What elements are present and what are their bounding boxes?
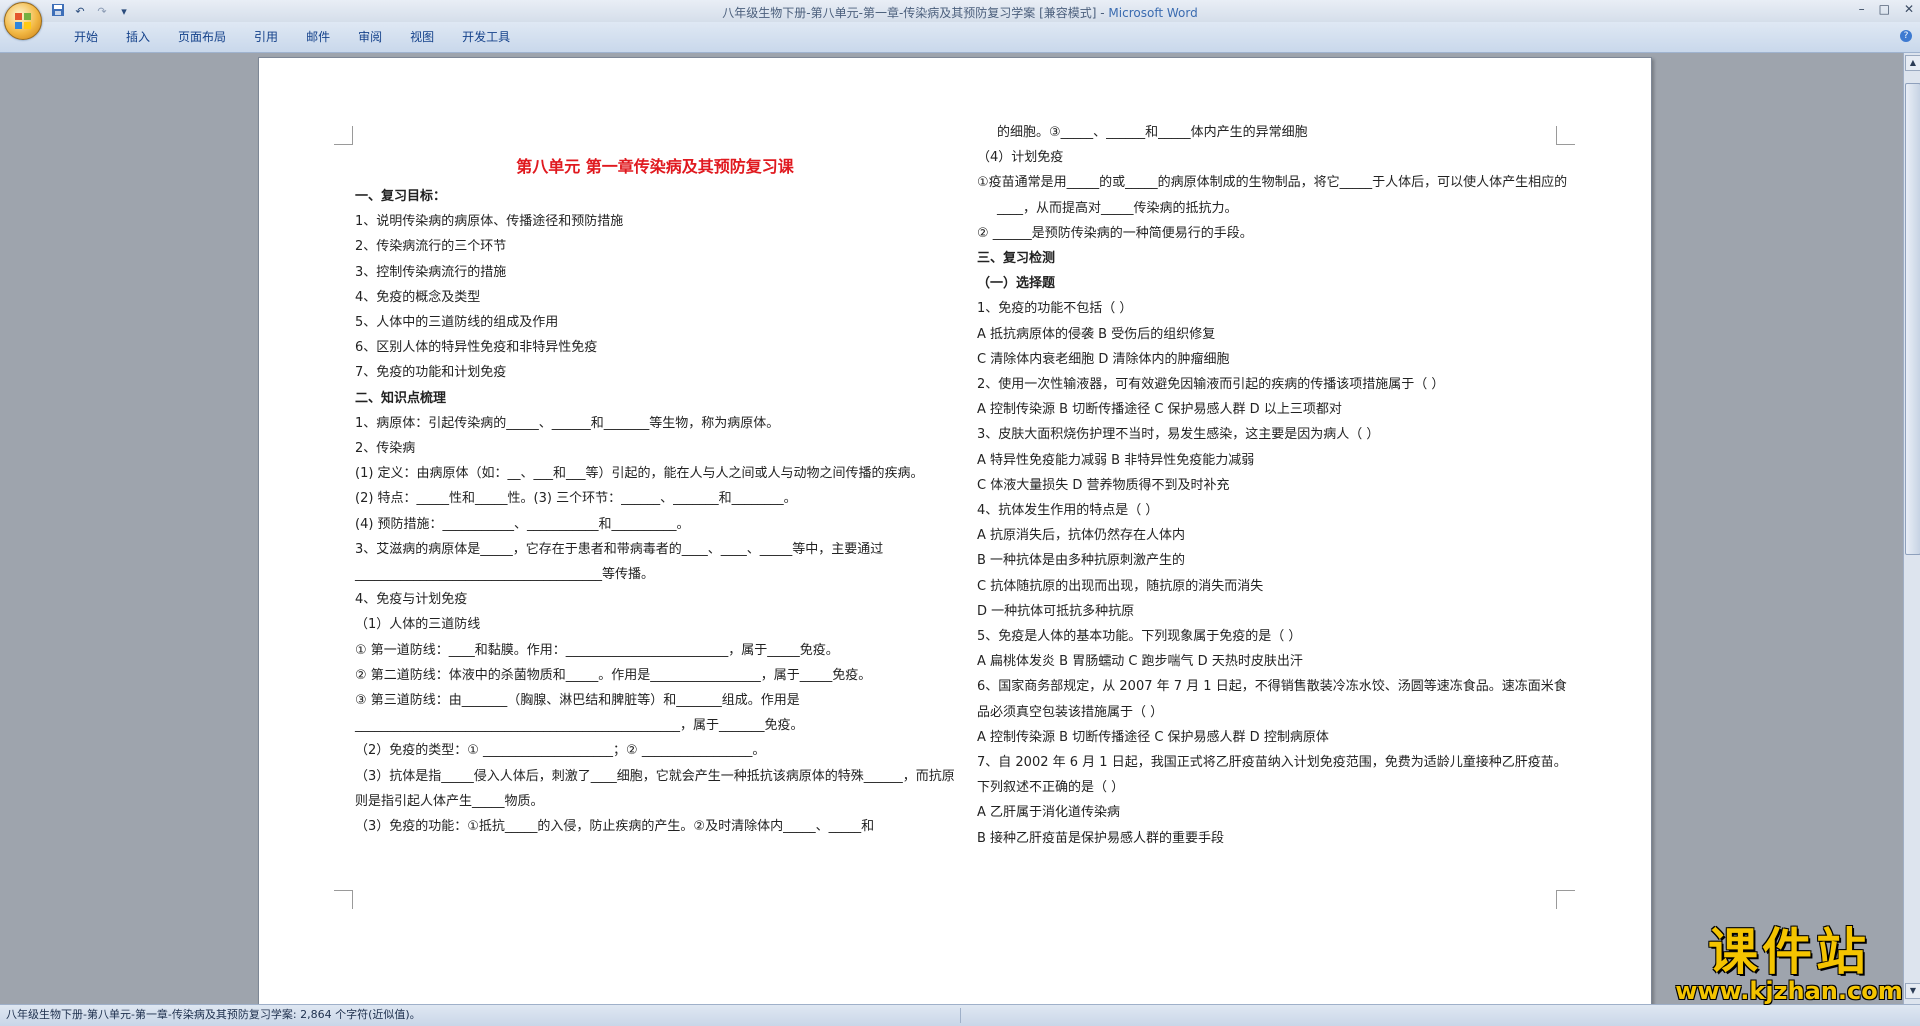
answer-options: C 清除体内衰老细胞 D 清除体内的肿瘤细胞 [977,351,1230,367]
question: 4、抗体发生作用的特点是（ ） [977,503,1159,519]
tab-developer[interactable]: 开发工具 [448,28,524,46]
tab-review[interactable]: 审阅 [344,28,396,46]
tab-view[interactable]: 视图 [396,28,448,46]
paragraph: (4) 预防措施：___________、___________和_______… [355,516,690,532]
paragraph: 2、传染病 [355,441,416,457]
paragraph: （4）计划免疫 [977,150,1064,166]
document-name: 八年级生物下册-第八单元-第一章-传染病及其预防复习学案 [兼容模式] [722,6,1097,20]
scrollbar-thumb[interactable] [1905,83,1920,555]
tab-page-layout[interactable]: 页面布局 [164,28,240,46]
vertical-scrollbar[interactable]: ▲ ▼ [1903,53,1920,1004]
paragraph: 1、说明传染病的病原体、传播途径和预防措施 [355,214,624,230]
window-controls: – □ ✕ [1859,2,1914,16]
subsection-heading: （一）选择题 [977,276,1056,292]
help-icon[interactable]: ? [1900,30,1912,42]
paragraph: (1) 定义：由病原体（如：__、___和___等）引起的，能在人与人之间或人与… [355,466,924,482]
question: 7、自 2002 年 6 月 1 日起，我国正式将乙肝疫苗纳入计划免疫范围，免费… [977,755,1567,796]
scroll-up-icon[interactable]: ▲ [1905,55,1920,71]
paragraph: (2) 特点：_____性和_____性。(3) 三个环节：______、___… [355,491,797,507]
answer-option: D 一种抗体可抵抗多种抗原 [977,603,1135,619]
title-separator: - [1096,6,1109,20]
paragraph: 1、病原体：引起传染病的_____、______和_______等生物，称为病原… [355,415,780,431]
application-name: Microsoft Word [1108,6,1198,20]
crop-mark-bottom-left [334,890,353,909]
section-heading: 一、复习目标： [355,189,447,204]
paragraph: （2）免疫的类型：① ____________________；② ______… [355,743,766,759]
title-bar: ↶ ↷ ▾ 八年级生物下册-第八单元-第一章-传染病及其预防复习学案 [兼容模式… [0,0,1920,22]
answer-options: A 控制传染源 B 切断传播途径 C 保护易感人群 D 以上三项都对 [977,402,1342,418]
document-page[interactable]: 第八单元 第一章传染病及其预防复习课 一、复习目标： 1、说明传染病的病原体、传… [258,57,1652,1006]
crop-mark-bottom-right [1556,890,1575,909]
answer-options: C 体液大量损失 D 营养物质得不到及时补充 [977,477,1230,493]
paragraph: （3）抗体是指_____侵入人体后，刺激了____细胞，它就会产生一种抵抗该病原… [355,768,955,809]
watermark-title: 课件站 [1708,922,1870,981]
answer-options: A 控制传染源 B 切断传播途径 C 保护易感人群 D 控制病原体 [977,729,1329,745]
question: 1、免疫的功能不包括（ ） [977,301,1133,317]
paragraph: 5、人体中的三道防线的组成及作用 [355,315,559,331]
status-text: 八年级生物下册-第八单元-第一章-传染病及其预防复习学案: 2,864 个字符(… [6,1008,421,1021]
tab-insert[interactable]: 插入 [112,28,164,46]
paragraph: （1）人体的三道防线 [355,617,481,633]
watermark-url: www.kjzhan.com [1675,977,1903,1005]
office-logo-icon [15,13,31,29]
question: 6、国家商务部规定，从 2007 年 7 月 1 日起，不得销售散装冷冻水饺、汤… [977,679,1567,720]
answer-options: A 特异性免疫能力减弱 B 非特异性免疫能力减弱 [977,452,1255,468]
answer-option: B 一种抗体是由多种抗原刺激产生的 [977,553,1186,569]
section-heading: 三、复习检测 [977,251,1056,267]
tab-home[interactable]: 开始 [60,28,112,46]
question: 5、免疫是人体的基本功能。下列现象属于免疫的是（ ） [977,629,1302,645]
paragraph: ①疫苗通常是用_____的或_____的病原体制成的生物制品，将它_____于人… [977,175,1568,216]
paragraph: 6、区别人体的特异性免疫和非特异性免疫 [355,340,598,356]
close-icon[interactable]: ✕ [1904,2,1914,16]
right-column: 的细胞。③_____、______和_____体内产生的异常细胞 （4）计划免疫… [977,120,1571,851]
question: 3、皮肤大面积烧伤护理不当时，易发生感染，这主要是因为病人（ ） [977,427,1380,443]
site-watermark-logo: 课件站 www.kjzhan.com [1664,926,1914,1006]
paragraph: 2、传染病流行的三个环节 [355,239,507,255]
answer-option: A 抗原消失后，抗体仍然存在人体内 [977,528,1186,544]
ribbon-tabs: 开始 插入 页面布局 引用 邮件 审阅 视图 开发工具 [60,28,524,46]
paragraph: ① 第一道防线：____和黏膜。作用：_____________________… [355,642,839,658]
paragraph: 3、艾滋病的病原体是_____，它存在于患者和带病毒者的____、____、__… [355,541,884,583]
answer-option: C 抗体随抗原的出现而出现，随抗原的消失而消失 [977,578,1264,594]
tab-mailings[interactable]: 邮件 [292,28,344,46]
paragraph: ③ 第三道防线：由_______（胸腺、淋巴结和脾脏等）和_______组成。作… [355,693,804,734]
paragraph: ② 第二道防线：体液中的杀菌物质和_____。作用是______________… [355,667,872,683]
window-title: 八年级生物下册-第八单元-第一章-传染病及其预防复习学案 [兼容模式] - Mi… [0,4,1920,21]
section-heading: 二、知识点梳理 [355,390,447,406]
tab-references[interactable]: 引用 [240,28,292,46]
answer-option: A 乙肝属于消化道传染病 [977,805,1121,821]
ribbon: 开始 插入 页面布局 引用 邮件 审阅 视图 开发工具 ? [0,22,1920,53]
paragraph: 3、控制传染病流行的措施 [355,264,507,280]
paragraph: ② ______是预防传染病的一种简便易行的手段。 [977,225,1253,241]
document-title: 第八单元 第一章传染病及其预防复习课 [516,157,794,176]
crop-mark-top-left [334,126,353,145]
status-bar: 八年级生物下册-第八单元-第一章-传染病及其预防复习学案: 2,864 个字符(… [0,1004,1920,1026]
answer-option: B 接种乙肝疫苗是保护易感人群的重要手段 [977,830,1225,846]
question: 2、使用一次性输液器，可有效避免因输液而引起的疾病的传播该项措施属于（ ） [977,377,1445,393]
maximize-icon[interactable]: □ [1879,2,1890,16]
paragraph: 4、免疫与计划免疫 [355,592,468,608]
paragraph: 7、免疫的功能和计划免疫 [355,365,507,381]
status-divider [960,1008,961,1023]
answer-options: A 抵抗病原体的侵袭 B 受伤后的组织修复 [977,326,1216,342]
office-button[interactable] [4,2,42,40]
left-column: 第八单元 第一章传染病及其预防复习课 一、复习目标： 1、说明传染病的病原体、传… [355,152,955,839]
paragraph: （3）免疫的功能：①抵抗_____的入侵，防止疾病的产生。②及时清除体内____… [355,819,875,835]
paragraph: 的细胞。③_____、______和_____体内产生的异常细胞 [997,125,1308,140]
answer-options: A 扁桃体发炎 B 胃肠蠕动 C 跑步喘气 D 天热时皮肤出汗 [977,654,1303,670]
minimize-icon[interactable]: – [1859,2,1865,16]
paragraph: 4、免疫的概念及类型 [355,289,481,305]
